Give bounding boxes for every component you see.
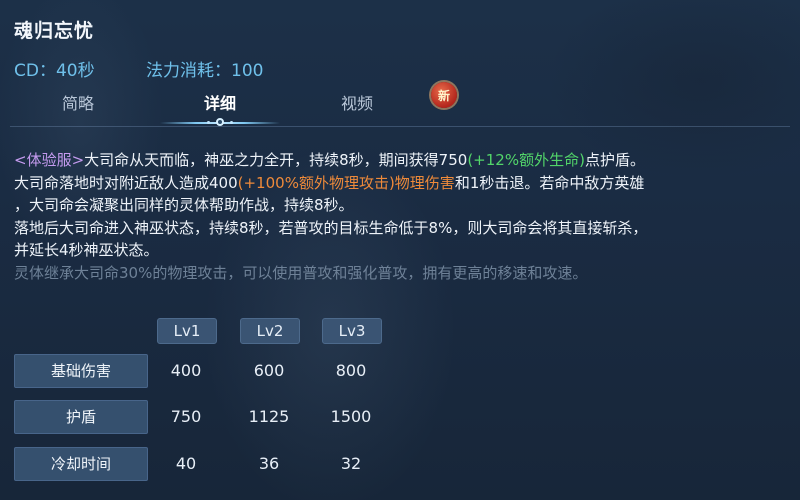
indicator-dot-center bbox=[216, 118, 224, 126]
level-header: Lv2 bbox=[240, 318, 300, 344]
table-cell: 1500 bbox=[330, 407, 372, 426]
description-text: 大司命落地时对附近敌人造成400 bbox=[14, 173, 238, 192]
row-label-base-damage: 基础伤害 bbox=[14, 354, 148, 388]
description-text: 点护盾。 bbox=[584, 151, 645, 169]
bonus-hp-scaling: (+12%额外生命) bbox=[467, 151, 585, 169]
description-text: 大司命从天而临，神巫之力全开，持续8秒，期间获得750 bbox=[84, 151, 468, 169]
table-cell: 32 bbox=[340, 454, 362, 473]
description-line-2: 大司命落地时对附近敌人造成400(+100%额外物理攻击)物理伤害和1秒击退。若… bbox=[14, 172, 794, 195]
skill-description: <体验服>大司命从天而临，神巫之力全开，持续8秒，期间获得750(+12%额外生… bbox=[14, 149, 794, 284]
indicator-dot-right bbox=[230, 121, 233, 124]
table-cell: 40 bbox=[175, 454, 197, 473]
row-label-shield: 护盾 bbox=[14, 400, 148, 434]
tab-detail[interactable]: 详细 bbox=[204, 90, 236, 114]
indicator-dot-left bbox=[207, 121, 210, 124]
description-line-1: <体验服>大司命从天而临，神巫之力全开，持续8秒，期间获得750(+12%额外生… bbox=[14, 149, 794, 172]
description-text: 和1秒击退。若命中敌方英雄 bbox=[454, 173, 645, 192]
description-line-6: 灵体继承大司命30%的物理攻击，可以使用普攻和强化普攻，拥有更高的移速和攻速。 bbox=[14, 263, 588, 282]
table-cell: 36 bbox=[258, 454, 280, 473]
description-line-4: 落地后大司命进入神巫状态，持续8秒，若普攻的目标生命低于8%，则大司命会将其直接… bbox=[14, 218, 648, 237]
skill-title: 魂归忘忧 bbox=[14, 20, 95, 42]
tab-brief[interactable]: 简略 bbox=[62, 90, 94, 114]
level-header: Lv3 bbox=[322, 318, 382, 344]
tab-video[interactable]: 视频 bbox=[341, 90, 373, 114]
cooldown-text: CD：40秒 bbox=[14, 61, 95, 81]
level-header: Lv1 bbox=[157, 318, 217, 344]
table-cell: 750 bbox=[170, 407, 202, 426]
table-cell: 1125 bbox=[248, 407, 290, 426]
new-badge: 新 bbox=[431, 82, 457, 108]
tab-bar: 简略 详细 视频 bbox=[0, 86, 800, 126]
server-tag: <体验服> bbox=[14, 151, 85, 169]
bonus-atk-scaling: (+100%额外物理攻击)物理伤害 bbox=[237, 173, 455, 192]
table-cell: 800 bbox=[335, 361, 367, 380]
table-cell: 600 bbox=[253, 361, 285, 380]
row-label-cooldown: 冷却时间 bbox=[14, 447, 148, 481]
description-line-3: ，大司命会凝聚出同样的灵体帮助作战，持续8秒。 bbox=[14, 196, 354, 214]
table-cell: 400 bbox=[170, 361, 202, 380]
mana-cost-text: 法力消耗：100 bbox=[146, 61, 264, 81]
description-line-5: 并延长4秒神巫状态。 bbox=[14, 241, 159, 259]
tab-divider bbox=[10, 126, 790, 127]
